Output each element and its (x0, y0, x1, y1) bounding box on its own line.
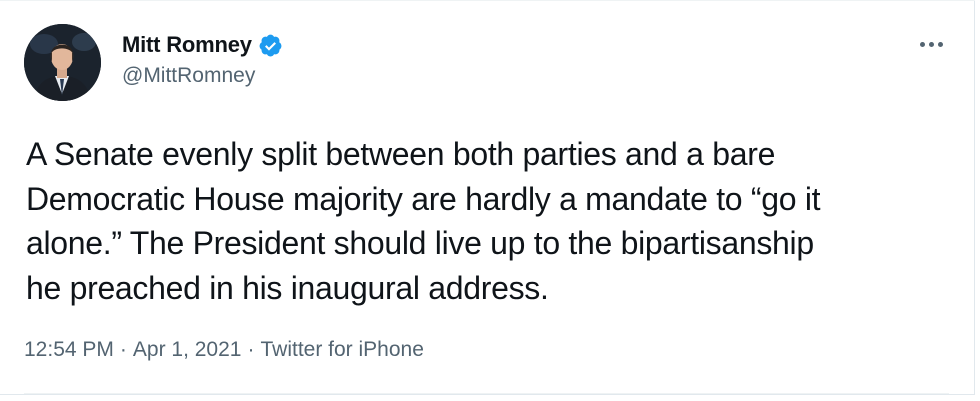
author-name-row[interactable]: Mitt Romney (122, 30, 283, 60)
tweet-text-line: A Senate evenly split between both parti… (26, 136, 776, 172)
avatar[interactable] (24, 24, 101, 101)
tweet-text-line: alone.” The President should live up to … (26, 225, 814, 261)
ellipsis-dot (928, 41, 934, 47)
author-name[interactable]: Mitt Romney (122, 32, 252, 58)
meta-separator: · (247, 338, 255, 361)
tweet-source[interactable]: Twitter for iPhone (260, 338, 423, 362)
meta-separator: · (119, 338, 127, 361)
tweet-time[interactable]: 12:54 PM (24, 338, 114, 362)
profile-photo-icon (24, 24, 101, 101)
ellipsis-icon[interactable] (914, 34, 948, 54)
bottom-divider (24, 393, 949, 394)
tweet-card: Mitt Romney @MittRomney A Senate evenly … (0, 0, 975, 395)
verified-badge-icon (258, 33, 283, 58)
tweet-date[interactable]: Apr 1, 2021 (133, 338, 242, 362)
ellipsis-dot (919, 41, 925, 47)
tweet-text-line: he preached in his inaugural address. (26, 269, 549, 306)
ellipsis-dot (937, 41, 943, 47)
author-handle[interactable]: @MittRomney (122, 64, 255, 88)
tweet-text-line: Democratic House majority are hardly a m… (26, 180, 821, 217)
tweet-text: A Senate evenly split between both parti… (26, 132, 946, 310)
tweet-meta: 12:54 PM · Apr 1, 2021 · Twitter for iPh… (24, 338, 424, 362)
top-divider (0, 0, 975, 1)
